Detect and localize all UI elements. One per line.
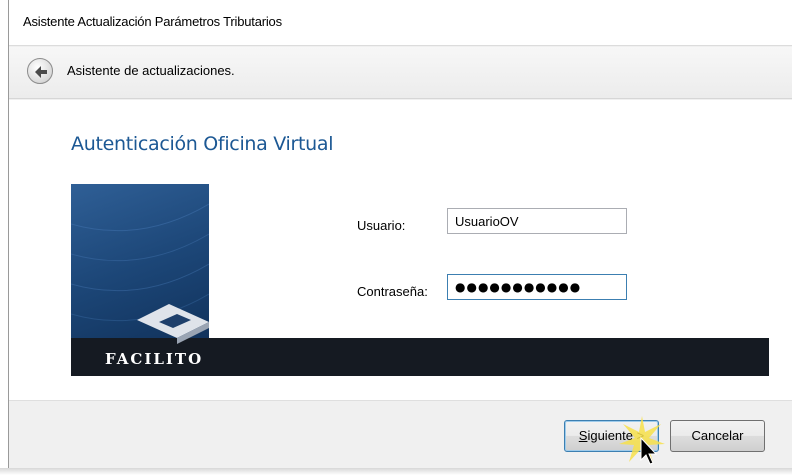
brand-name: FACILITO [105, 350, 204, 368]
back-button[interactable] [27, 58, 53, 84]
back-arrow-icon [35, 66, 47, 78]
window-title: Asistente Actualización Parámetros Tribu… [23, 14, 282, 29]
window-bottom-shadow [0, 468, 792, 475]
wizard-footer: Siguiente > Cancelar [9, 400, 792, 475]
password-label: Contraseña: [357, 284, 428, 299]
username-label: Usuario: [357, 218, 406, 233]
wizard-window: Asistente Actualización Parámetros Tribu… [8, 0, 792, 475]
wizard-nav-bar: Asistente de actualizaciones. [9, 47, 792, 99]
cancel-button[interactable]: Cancelar [670, 420, 765, 452]
username-input[interactable]: UsuarioOV [447, 208, 627, 234]
password-input[interactable]: ●●●●●●●●●●● [447, 274, 627, 300]
page-title: Autenticación Oficina Virtual [71, 133, 334, 155]
mouse-cursor-icon [619, 416, 665, 465]
wizard-nav-label: Asistente de actualizaciones. [67, 63, 235, 78]
title-bar: Asistente Actualización Parámetros Tribu… [9, 0, 792, 46]
facilito-logo-icon [137, 304, 209, 344]
wizard-content: Autenticación Oficina Virtual FACILITO U… [9, 100, 792, 400]
